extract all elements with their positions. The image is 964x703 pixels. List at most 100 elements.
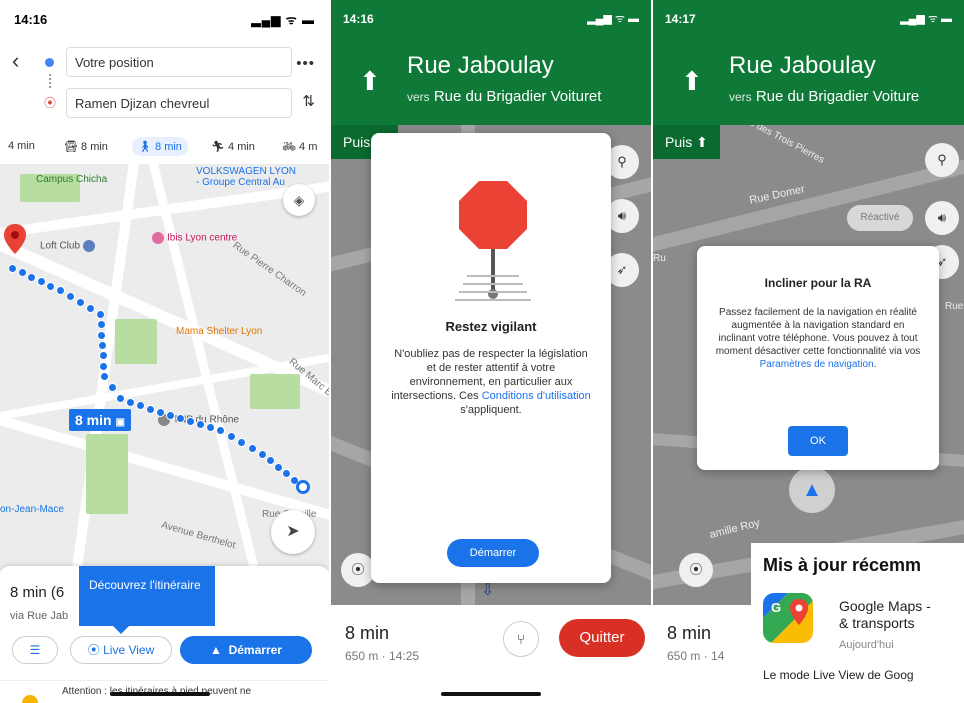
route-duration-text: 8 min — [75, 412, 112, 428]
poi-label[interactable]: Mama Shelter Lyon — [176, 326, 262, 337]
route-duration: 8 min (6 — [10, 584, 65, 601]
route-via: via Rue Jab — [10, 610, 69, 622]
live-view-icon: ⦿ — [87, 643, 100, 657]
origin-marker-icon — [296, 480, 310, 494]
route-dot — [76, 298, 85, 307]
status-icons: ▂▄▆ ᯤ ▬ — [900, 13, 952, 25]
street-label: Rue des Trois Pierres — [736, 125, 827, 166]
route-duration-label[interactable]: 8 min ▣ — [69, 409, 131, 431]
next-street: vers Rue du Brigadier Voiture — [729, 88, 919, 105]
settings-link[interactable]: Paramètres de navigation — [760, 359, 874, 370]
route-dot — [17, 268, 27, 278]
app-name-line-1: Google Maps - — [839, 598, 931, 614]
status-time: 14:17 — [665, 12, 696, 26]
mode-tab-drive[interactable]: 🚍︎ 8 min — [58, 137, 114, 156]
route-dot — [226, 432, 236, 441]
poi-name: Ibis Lyon centre — [167, 232, 238, 244]
updates-heading: Mis à jour récemm — [763, 555, 922, 575]
mode-tab-transit[interactable]: 4 min — [2, 137, 41, 155]
status-time: 14:16 — [14, 12, 48, 27]
ar-tilt-screen: Rue des Trois Pierres Rue Domer Rue Ru a… — [653, 0, 964, 703]
route-map[interactable]: Campus Chicha VOLKSWAGEN LYON - Groupe C… — [0, 164, 329, 570]
dialog-title: Restez vigilant — [445, 319, 537, 334]
route-dot — [98, 351, 108, 361]
street-label: Rue Pierre Charron — [230, 240, 309, 299]
hotel-icon — [152, 232, 164, 244]
swap-icon[interactable]: ⇅ — [302, 92, 315, 110]
route-options-icon[interactable]: ⑂ — [503, 621, 539, 657]
route-dot — [266, 456, 275, 466]
street-label: Avenue Berthelot — [159, 519, 237, 552]
next-street: vers Rue du Brigadier Voituret — [407, 88, 601, 105]
route-dot — [166, 411, 175, 420]
mode-tab-walk[interactable]: 🚶︎ 8 min — [132, 137, 188, 156]
mode-tab-bike[interactable]: 🚲︎ 4 m — [276, 137, 323, 156]
poi-label[interactable]: Loft Club — [40, 240, 98, 252]
poi-label[interactable]: - Groupe Central Au — [196, 177, 285, 188]
google-maps-app-icon: G — [763, 593, 813, 643]
route-dot — [27, 272, 37, 282]
position-arrow-icon: ▲ — [789, 467, 835, 513]
route-dot — [86, 304, 95, 313]
ok-button[interactable]: OK — [788, 426, 848, 456]
live-view-tooltip[interactable]: Découvrez l'itinéraire — [79, 566, 215, 634]
vers-prefix: vers — [729, 90, 752, 104]
car-icon: 🚍︎ — [64, 141, 78, 153]
then-instruction: Puis ⬆ — [653, 125, 720, 159]
status-bar: 14:16 ▂▄▆ ᯤ ▬ — [0, 0, 329, 36]
dialog-body: Passez facilement de la navigation en ré… — [713, 306, 923, 371]
next-street-name: Rue du Brigadier Voituret — [433, 88, 602, 105]
destination-marker-icon — [4, 224, 26, 254]
sound-icon[interactable]: 🔊︎ — [925, 201, 959, 235]
dialog-text-end: . — [873, 359, 877, 370]
route-dot — [247, 444, 257, 453]
poi-label[interactable]: Ibis Lyon centre — [152, 232, 237, 244]
poi-label[interactable]: VOLKSWAGEN LYON — [196, 166, 296, 177]
route-dot — [36, 277, 46, 287]
station-label[interactable]: on-Jean-Mace — [0, 504, 64, 515]
navigation-header: 14:17 ▂▄▆ ᯤ ▬ ⬆ Rue Jaboulay vers Rue du… — [653, 0, 964, 125]
vers-prefix: vers — [407, 90, 430, 104]
straight-arrow-icon: ⬆ — [696, 134, 708, 150]
stop-sign-icon — [455, 181, 531, 301]
more-options-icon[interactable]: ••• — [296, 55, 315, 72]
start-label: Démarrer — [228, 643, 282, 657]
update-date: Aujourd'hui — [839, 639, 894, 651]
route-dot — [46, 281, 56, 291]
destination-field[interactable]: Ramen Djizan chevreul — [66, 88, 292, 118]
dialog-title: Incliner pour la RA — [764, 276, 872, 290]
route-dot — [136, 401, 145, 410]
status-time: 14:16 — [343, 12, 374, 26]
safety-dialog: Restez vigilant N'oubliez pas de respect… — [371, 133, 611, 583]
mode-tab-rideshare[interactable]: 🏃︎ 4 min — [205, 137, 261, 156]
search-icon[interactable]: ⚲ — [925, 143, 959, 177]
start-button[interactable]: ▲ Démarrer — [180, 636, 312, 664]
reactivate-pill[interactable]: Réactivé — [847, 205, 913, 231]
terms-link[interactable]: Conditions d'utilisation — [482, 390, 591, 402]
layers-icon[interactable]: ◈ — [283, 184, 315, 216]
quit-button[interactable]: Quitter — [559, 619, 645, 657]
straight-arrow-icon: ⬆ — [681, 66, 703, 96]
origin-field[interactable]: Votre position — [66, 47, 292, 77]
route-dot — [96, 310, 105, 319]
update-description: Le mode Live View de Goog — [763, 668, 914, 682]
poi-label[interactable]: Campus Chicha — [36, 174, 107, 185]
app-store-update-card[interactable]: Mis à jour récemm G Google Maps - & trans… — [751, 543, 964, 703]
route-dot — [96, 320, 106, 330]
start-button[interactable]: Démarrer — [447, 539, 539, 567]
live-view-icon[interactable]: ⦿ — [341, 553, 375, 587]
live-view-icon[interactable]: ⦿ — [679, 553, 713, 587]
route-dot — [108, 383, 117, 392]
straight-arrow-icon: ⬆ — [359, 66, 381, 96]
live-view-button[interactable]: ⦿ Live View — [70, 636, 172, 664]
recenter-icon[interactable]: ➤ — [271, 510, 315, 554]
app-name: Google Maps - & transports — [839, 598, 931, 632]
home-indicator — [110, 692, 210, 696]
distance-eta: 650 m · 14 — [667, 649, 725, 663]
steps-button[interactable]: ☰ — [12, 636, 58, 664]
route-dot — [98, 341, 107, 350]
route-dot — [66, 292, 75, 301]
back-icon[interactable]: ‹ — [12, 48, 19, 74]
next-street-name: Rue du Brigadier Voiture — [755, 88, 920, 105]
route-arrow-icon: ⇩ — [481, 582, 495, 599]
